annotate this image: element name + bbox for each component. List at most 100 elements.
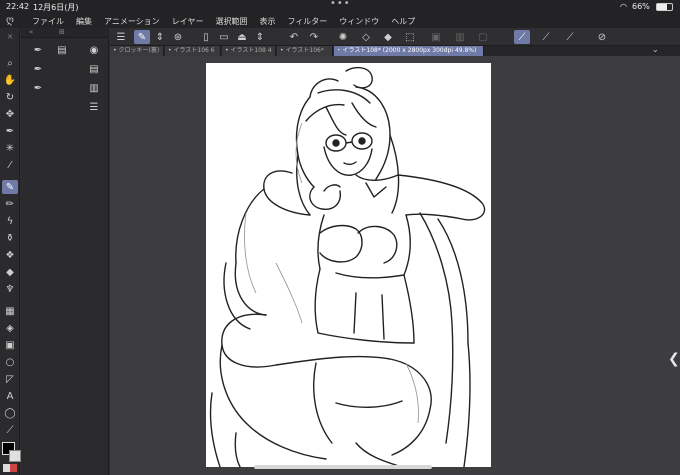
undo-icon[interactable]: ↶	[286, 30, 302, 44]
subtool-menu-icon[interactable]: ⊞	[59, 28, 65, 36]
menu-items: ファイル 編集 アニメーション レイヤー 選択範囲 表示 フィルター ウィンドウ…	[32, 16, 415, 27]
tab-1[interactable]: • イラスト106 6	[165, 46, 221, 56]
blend-icon[interactable]: ♆	[2, 282, 18, 296]
stroke-snap-3-icon[interactable]: ⟋	[562, 30, 578, 44]
decoration-icon[interactable]: ❖	[2, 248, 18, 262]
palette-grip-icon[interactable]: ✕	[2, 30, 18, 44]
clear-icon[interactable]: ◇	[358, 30, 374, 44]
pencil-icon[interactable]: ✏	[2, 197, 18, 211]
subtool-folder-icon[interactable]: ▤	[55, 43, 69, 57]
gradient-icon[interactable]: ▣	[2, 338, 18, 352]
magic-wand-icon[interactable]: ✳	[2, 141, 18, 155]
tab-label: イラスト108* (2000 x 2800px 300dpi 49.8%)	[342, 47, 477, 54]
close-icon[interactable]: •	[225, 47, 229, 54]
menu-window[interactable]: ウィンドウ	[339, 16, 379, 27]
tab-label: イラスト106*	[285, 47, 324, 54]
new-document-icon[interactable]: ▯	[198, 30, 214, 44]
fill-icon[interactable]: ◈	[2, 321, 18, 335]
lasso-icon[interactable]: ◯	[2, 406, 18, 420]
collapse-icon[interactable]: «	[29, 28, 33, 36]
pen-icon[interactable]: ✎	[2, 180, 18, 194]
transparent-color-icon[interactable]	[3, 464, 17, 472]
open-folder-icon[interactable]: ▭	[216, 30, 232, 44]
subtool-pen-2-icon[interactable]: ✒	[31, 62, 45, 76]
pen-mode-icon[interactable]: ✎	[134, 30, 150, 44]
menu-animation[interactable]: アニメーション	[104, 16, 160, 27]
stroke-snap-2-icon[interactable]: ⟋	[538, 30, 554, 44]
tab-3[interactable]: • イラスト106*	[277, 46, 333, 56]
close-icon[interactable]: •	[113, 47, 117, 54]
stroke-settings-icon[interactable]: ⊘	[594, 30, 610, 44]
menu-file[interactable]: ファイル	[32, 16, 64, 27]
close-icon[interactable]: •	[337, 47, 341, 54]
brush-icon[interactable]: ϟ	[2, 214, 18, 228]
sketch-drawing	[209, 66, 486, 467]
drawing-canvas[interactable]	[206, 63, 491, 467]
eraser-icon[interactable]: ◆	[2, 265, 18, 279]
status-bar: 22:42 12月6日(月) ••• ◠ 66%	[0, 0, 680, 14]
home-indicator[interactable]	[254, 465, 432, 469]
magnifier-icon[interactable]: ⌕	[2, 56, 18, 70]
multitask-dots-icon[interactable]: •••	[330, 0, 351, 9]
subtool-settings-icon[interactable]: ◉	[87, 43, 101, 57]
subtool-layers-icon[interactable]: ☰	[87, 100, 101, 114]
subtool-header: « ⊞	[21, 28, 109, 38]
hand-icon[interactable]: ✋	[2, 73, 18, 87]
rotate-icon[interactable]: ↻	[2, 90, 18, 104]
record-icon[interactable]: ⊛	[170, 30, 186, 44]
menu-layer[interactable]: レイヤー	[172, 16, 204, 27]
tab-active[interactable]: • イラスト108* (2000 x 2800px 300dpi 49.8%)	[334, 46, 484, 56]
tab-label: イラスト106 6	[173, 47, 215, 54]
snap-icon[interactable]: ▢	[475, 30, 491, 44]
correction-icon[interactable]: ⟋	[2, 423, 18, 437]
subtool-panel-icon[interactable]: ▥	[87, 81, 101, 95]
menu-edit[interactable]: 編集	[76, 16, 92, 27]
tab-2[interactable]: • イラスト108 4	[222, 46, 276, 56]
export-icon[interactable]: ⏏	[234, 30, 250, 44]
subtool-list-icon[interactable]: ▤	[87, 62, 101, 76]
close-icon[interactable]: •	[280, 47, 284, 54]
export-stepper-icon[interactable]: ⇕	[252, 30, 268, 44]
battery-percent: 66%	[632, 2, 650, 11]
crop-icon[interactable]: ▣	[428, 30, 444, 44]
status-time: 22:42	[6, 2, 30, 11]
tab-label: イラスト108 4	[230, 47, 272, 54]
battery-icon	[656, 3, 673, 11]
transform-icon[interactable]: ⬚	[402, 30, 418, 44]
menu-bar: ღ ファイル 編集 アニメーション レイヤー 選択範囲 表示 フィルター ウィン…	[0, 14, 680, 28]
move-icon[interactable]: ✥	[2, 107, 18, 121]
pen-nib-icon[interactable]: ✒	[2, 124, 18, 138]
menu-view[interactable]: 表示	[259, 16, 275, 27]
subtool-pen-3-icon[interactable]: ✒	[31, 81, 45, 95]
tab-label: クロッキー(裏)	[118, 47, 160, 54]
deselect-icon[interactable]: ✺	[335, 30, 351, 44]
sub-color-swatch[interactable]	[9, 450, 21, 462]
frame-icon[interactable]: ▦	[2, 304, 18, 318]
ellipse-icon[interactable]: ○	[2, 355, 18, 369]
menu-selection[interactable]: 選択範囲	[215, 16, 247, 27]
eyedropper-icon[interactable]: ⁄	[2, 158, 18, 172]
chevron-down-icon[interactable]: ⌄	[652, 45, 659, 54]
app-logo-icon[interactable]: ღ	[6, 15, 18, 27]
close-icon[interactable]: •	[168, 47, 172, 54]
ruler-toggle-icon[interactable]: ▥	[452, 30, 468, 44]
stroke-snap-1-icon[interactable]: ⟋	[514, 30, 530, 44]
text-icon[interactable]: A	[2, 389, 18, 403]
panel-toggle-icon[interactable]: ❮	[668, 350, 680, 368]
redo-icon[interactable]: ↷	[306, 30, 322, 44]
fill-selection-icon[interactable]: ◆	[380, 30, 396, 44]
menu-filter[interactable]: フィルター	[287, 16, 327, 27]
tool-palette: ✕ ⌕ ✋ ↻ ✥ ✒ ✳ ⁄ ✎ ✏ ϟ ⚱ ❖ ◆ ♆ ▦ ◈ ▣ ○ ◸ …	[0, 28, 20, 475]
subtool-pen-1-icon[interactable]: ✒	[31, 43, 45, 57]
subtool-palette: « ⊞ ✒ ✒ ✒ ▤ ◉ ▤ ▥ ☰	[21, 28, 109, 475]
brush-size-stepper-icon[interactable]: ⇕	[152, 30, 168, 44]
ruler-icon[interactable]: ◸	[2, 372, 18, 386]
hamburger-menu-icon[interactable]: ☰	[113, 30, 129, 44]
document-tab-bar: • クロッキー(裏) • イラスト106 6 • イラスト108 4 • イラスト106…	[110, 45, 680, 56]
menu-help[interactable]: ヘルプ	[391, 16, 415, 27]
command-bar: ☰ ✎ ⇕ ⊛ ▯ ▭ ⏏ ⇕ ↶ ↷ ✺ ◇ ◆ ⬚ ▣ ▥ ▢ ⟋ ⟋ ⟋ …	[110, 28, 680, 46]
tab-0[interactable]: • クロッキー(裏)	[110, 46, 164, 56]
airbrush-icon[interactable]: ⚱	[2, 231, 18, 245]
canvas-area[interactable]: ❮	[110, 56, 680, 475]
wifi-icon: ◠	[620, 2, 627, 11]
